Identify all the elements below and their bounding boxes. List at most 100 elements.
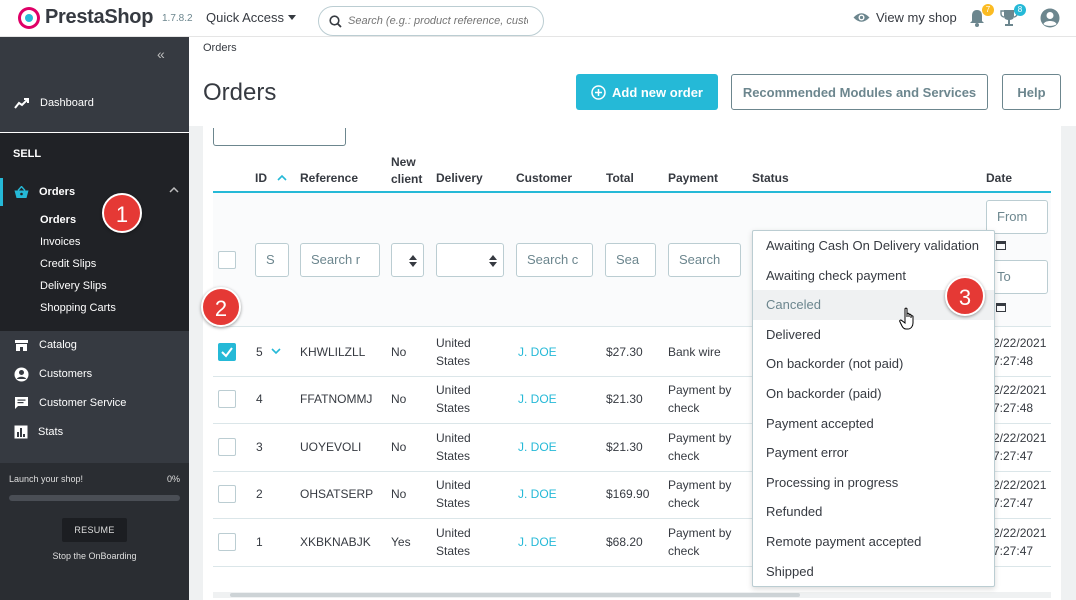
sidebar-subitem-credit-slips[interactable]: Credit Slips (40, 258, 96, 270)
cell-id: 5 (256, 344, 263, 359)
column-header-total[interactable]: Total (606, 171, 634, 185)
header-search[interactable] (318, 6, 544, 36)
cell-date-line: 7:27:47 (993, 543, 1034, 558)
notifications-button[interactable]: 7 (968, 4, 994, 28)
filter-id-input[interactable]: S (255, 243, 289, 277)
step-callout-3: 3 (945, 276, 985, 316)
column-header-new-client[interactable]: New client (391, 154, 422, 188)
column-header-line: client (391, 172, 423, 186)
breadcrumb[interactable]: Orders (203, 42, 237, 54)
cell-date-line: 2/22/2021 (993, 430, 1047, 445)
status-option[interactable]: Awaiting Cash On Delivery validation (753, 231, 994, 261)
cell-date-line: 7:27:47 (993, 448, 1034, 463)
sort-ascending-icon[interactable] (277, 174, 287, 181)
column-header-id[interactable]: ID (255, 171, 267, 185)
sidebar-subitem-delivery-slips[interactable]: Delivery Slips (40, 280, 107, 292)
cell-customer[interactable]: J. DOE (518, 533, 557, 551)
chevron-up-icon (169, 186, 179, 193)
status-option[interactable]: Remote payment accepted (753, 527, 994, 557)
cell-delivery-line: States (436, 496, 471, 511)
sidebar-item-orders[interactable]: Orders (0, 178, 189, 206)
cell-id: 2 (256, 487, 263, 502)
add-circle-icon (591, 84, 606, 100)
sidebar-item-customers[interactable]: Customers (0, 361, 189, 387)
filter-delivery-select[interactable] (436, 243, 504, 277)
status-option[interactable]: Payment accepted (753, 409, 994, 439)
filter-date-from-input[interactable]: From (986, 200, 1048, 234)
sidebar-item-label: Stats (38, 426, 64, 438)
status-option[interactable]: Refunded (753, 497, 994, 527)
logo-text: PrestaShop (45, 6, 154, 28)
row-checkbox[interactable] (218, 342, 236, 361)
prestashop-logo[interactable]: PrestaShop (18, 6, 153, 29)
cell-payment-line: check (668, 448, 700, 463)
achievements-button[interactable]: 8 (1000, 4, 1026, 28)
cell-date: 2/22/2021 7:27:47 (993, 524, 1046, 560)
trending-up-icon (14, 98, 29, 109)
cell-customer[interactable]: J. DOE (518, 390, 557, 408)
calendar-icon[interactable] (996, 240, 1006, 250)
expand-row-chevron-icon[interactable] (271, 348, 281, 355)
cell-customer[interactable]: J. DOE (518, 438, 557, 456)
calendar-icon[interactable] (996, 302, 1006, 312)
chat-icon (15, 397, 28, 409)
column-header-delivery[interactable]: Delivery (436, 171, 483, 185)
status-option[interactable]: On backorder (not paid) (753, 349, 994, 379)
status-option[interactable]: On backorder (paid) (753, 379, 994, 409)
sidebar-item-customer-service[interactable]: Customer Service (0, 390, 189, 416)
sidebar: « Dashboard SELL Orders Orders Invoices … (0, 37, 189, 600)
column-header-date[interactable]: Date (986, 171, 1012, 185)
account-button[interactable] (1040, 8, 1060, 28)
cell-delivery-line: United (436, 525, 471, 540)
column-header-reference[interactable]: Reference (300, 171, 358, 185)
cell-delivery-line: States (436, 448, 471, 463)
row-checkbox[interactable] (218, 485, 236, 504)
add-new-order-button[interactable]: Add new order (576, 74, 718, 110)
row-checkbox[interactable] (218, 532, 236, 551)
view-my-shop-link[interactable]: View my shop (853, 10, 957, 25)
cell-new-client: Yes (391, 534, 411, 549)
status-option[interactable]: Delivered (753, 320, 994, 350)
sidebar-subitem-orders[interactable]: Orders (40, 214, 76, 226)
cell-new-client: No (391, 344, 407, 359)
status-option[interactable]: Processing in progress (753, 468, 994, 498)
filter-customer-input[interactable]: Search c (516, 243, 593, 277)
status-option[interactable]: Shipped (753, 557, 994, 587)
status-option[interactable]: Payment error (753, 438, 994, 468)
column-header-payment[interactable]: Payment (668, 171, 718, 185)
search-input[interactable] (348, 15, 528, 27)
page-title: Orders (203, 79, 277, 106)
sidebar-item-dashboard[interactable]: Dashboard (0, 75, 189, 131)
filter-date-to-input[interactable]: To (986, 260, 1048, 294)
sidebar-item-catalog[interactable]: Catalog (0, 332, 189, 358)
sidebar-subitem-invoices[interactable]: Invoices (40, 236, 80, 248)
quick-access-dropdown[interactable]: Quick Access (206, 10, 297, 25)
column-header-status[interactable]: Status (752, 171, 789, 185)
select-all-checkbox[interactable] (218, 251, 236, 269)
row-checkbox[interactable] (218, 390, 236, 409)
prestashop-logo-icon (18, 6, 40, 29)
column-header-customer[interactable]: Customer (516, 171, 572, 185)
cell-customer[interactable]: J. DOE (518, 485, 557, 503)
cell-payment-line: Bank wire (668, 344, 721, 359)
sidebar-subitem-shopping-carts[interactable]: Shopping Carts (40, 302, 116, 314)
cell-date-line: 2/22/2021 (993, 478, 1047, 493)
resume-button[interactable]: RESUME (62, 518, 127, 542)
cell-payment-line: check (668, 401, 700, 416)
filter-total-input[interactable]: Sea (605, 243, 656, 277)
filter-new-client-select[interactable] (391, 243, 424, 277)
scrollbar-thumb[interactable] (230, 593, 800, 597)
sell-title: SELL (13, 148, 42, 160)
card-toolbar-button[interactable] (213, 128, 346, 146)
cell-delivery-line: United (436, 335, 471, 350)
recommended-modules-button[interactable]: Recommended Modules and Services (731, 74, 988, 110)
cell-payment: Bank wire (668, 343, 721, 361)
filter-payment-input[interactable]: Search (668, 243, 741, 277)
help-button[interactable]: Help (1002, 74, 1061, 110)
collapse-sidebar-icon[interactable]: « (157, 46, 165, 62)
row-checkbox[interactable] (218, 437, 236, 456)
cell-customer[interactable]: J. DOE (518, 343, 557, 361)
filter-reference-input[interactable]: Search r (300, 243, 380, 277)
stop-onboarding-link[interactable]: Stop the OnBoarding (0, 551, 189, 561)
sidebar-item-stats[interactable]: Stats (0, 419, 189, 445)
